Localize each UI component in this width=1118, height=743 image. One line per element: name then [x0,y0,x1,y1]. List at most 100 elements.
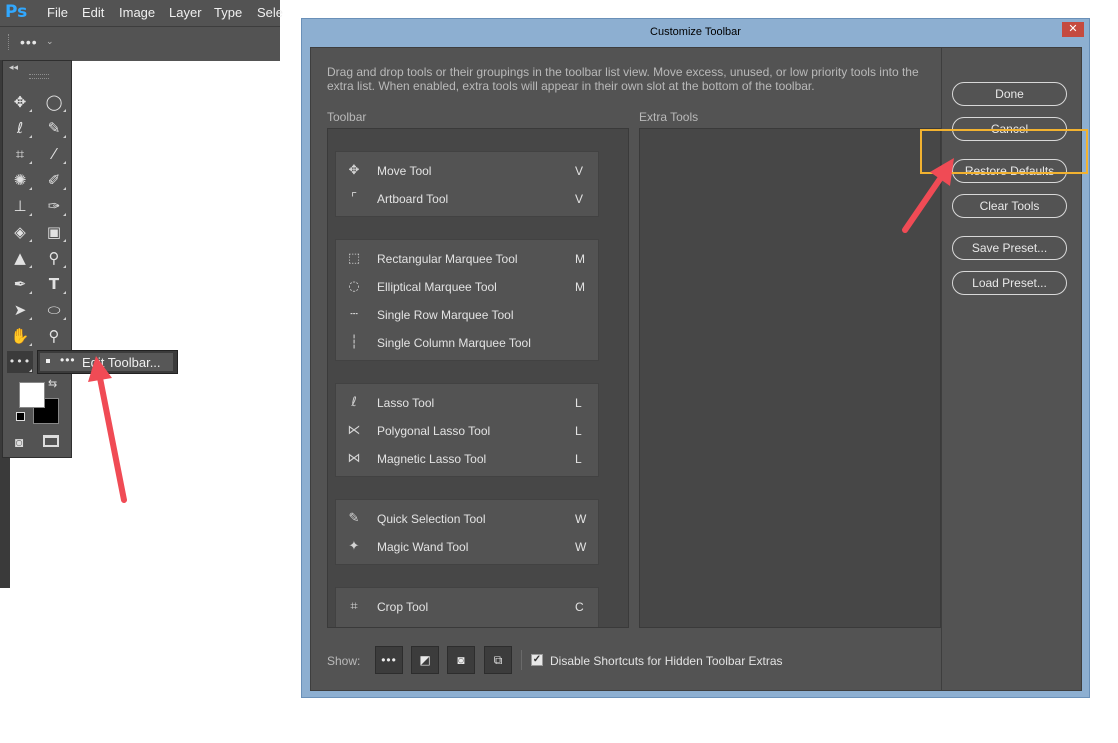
tool-row-lasso[interactable]: ℓ Lasso Tool L [336,389,598,417]
tool-shortcut: L [575,424,582,438]
type-tool-icon[interactable]: T [41,273,67,295]
quick-selection-icon: ✎ [348,511,360,526]
tool-row-ellipse-marquee[interactable]: ◌ Elliptical Marquee Tool M [336,273,598,301]
menu-select[interactable]: Sele [257,5,283,20]
blur-tool-icon[interactable]: ▲ [7,247,33,269]
tool-shortcut: M [575,252,585,266]
menu-layer[interactable]: Layer [169,5,202,20]
tool-row-single-row-marquee[interactable]: ┄ Single Row Marquee Tool [336,301,598,329]
magnetic-lasso-icon: ⋈ [347,451,361,466]
spot-healing-tool-icon[interactable]: ✺ [7,169,33,191]
clone-stamp-tool-icon[interactable]: ⊥ [7,195,33,217]
dialog-description: Drag and drop tools or their groupings i… [327,65,919,93]
clear-tools-button[interactable]: Clear Tools [952,194,1067,218]
quick-selection-tool-icon[interactable]: ✎ [41,117,67,139]
foreground-color-swatch[interactable] [19,382,45,408]
path-selection-tool-icon[interactable]: ➤ [7,299,33,321]
tool-row-quick-selection[interactable]: ✎ Quick Selection Tool W [336,505,598,533]
eraser-tool-icon[interactable]: ◈ [7,221,33,243]
tool-row-magnetic-lasso[interactable]: ⋈ Magnetic Lasso Tool L [336,445,598,473]
show-colors-toggle[interactable]: ◩ [411,646,439,674]
gradient-tool-icon[interactable]: ▣ [41,221,67,243]
separator [521,650,522,670]
document-canvas[interactable] [72,66,280,588]
brush-tool-icon[interactable]: ✐ [41,169,67,191]
edit-toolbar-icon[interactable]: ••• [7,351,33,373]
load-preset-button[interactable]: Load Preset... [952,271,1067,295]
chevron-down-icon[interactable]: ⌄ [46,36,54,47]
crop-tool-icon[interactable]: ⌗ [7,143,33,165]
eyedropper-tool-icon[interactable]: ⁄ [41,143,67,165]
toolbar-drag-grip[interactable] [29,74,49,79]
tool-row-artboard[interactable]: ⌜ Artboard Tool V [336,185,598,213]
tool-group[interactable]: ✥ Move Tool V ⌜ Artboard Tool V [335,151,599,217]
tool-shortcut: W [575,540,587,554]
tool-row-polygonal-lasso[interactable]: ⋉ Polygonal Lasso Tool L [336,417,598,445]
tool-shortcut: M [575,280,585,294]
options-bar-grip[interactable] [8,34,11,50]
menu-type[interactable]: Type [214,5,242,20]
quick-mask-icon[interactable]: ◙ [15,434,23,450]
tool-group[interactable]: ⬚ Rectangular Marquee Tool M ◌ Elliptica… [335,239,599,361]
tool-row-rect-marquee[interactable]: ⬚ Rectangular Marquee Tool M [336,245,598,273]
tool-row-magic-wand[interactable]: ✦ Magic Wand Tool W [336,533,598,561]
magic-wand-icon: ✦ [348,539,360,554]
ellipse-shape-tool-icon[interactable]: ⬭ [41,299,67,321]
restore-defaults-highlight [920,129,1088,174]
tool-name: Single Row Marquee Tool [377,308,514,322]
tool-group[interactable]: ✎ Quick Selection Tool W ✦ Magic Wand To… [335,499,599,565]
show-label: Show: [327,654,361,668]
tool-shortcut: L [575,396,582,410]
edit-toolbar-menu-item[interactable]: ••• Edit Toolbar... [40,353,173,371]
default-colors-icon[interactable] [16,412,25,421]
tool-name: Magnetic Lasso Tool [377,452,487,466]
ps-tools-panel: ◂◂ ✥ ◯ ℓ ✎ ⌗ ⁄ ✺ ✐ ⊥ ✑ ◈ ▣ ▲ ⚲ ✒ T ➤ ⬭ ✋… [2,60,72,458]
tool-name: Crop Tool [377,600,429,614]
extra-tools-list[interactable] [639,128,941,628]
tool-row-single-column-marquee[interactable]: ┆ Single Column Marquee Tool [336,329,598,357]
toolbar-list[interactable]: ✥ Move Tool V ⌜ Artboard Tool V ⬚ Rectan… [327,128,629,628]
disable-shortcuts-label[interactable]: Disable Shortcuts for Hidden Toolbar Ext… [550,654,783,668]
done-button[interactable]: Done [952,82,1067,106]
tool-group[interactable]: ℓ Lasso Tool L ⋉ Polygonal Lasso Tool L … [335,383,599,477]
collapse-toolbar-icon[interactable]: ◂◂ [9,62,18,73]
rect-marquee-icon: ⬚ [347,251,361,266]
tool-group[interactable]: ⌗ Crop Tool C [335,587,599,627]
pen-tool-icon[interactable]: ✒ [7,273,33,295]
screen-mode-icon[interactable] [43,435,59,447]
menu-file[interactable]: File [47,5,68,20]
tool-name: Lasso Tool [377,396,435,410]
artboard-icon: ⌜ [350,191,358,206]
show-extras-toggle[interactable]: ••• [375,646,403,674]
close-button[interactable]: ✕ [1062,22,1084,37]
disable-shortcuts-checkbox[interactable]: ✓ [531,654,543,666]
show-options-bar: Show: ••• ◩ ◙ ⧉ ✓ Disable Shortcuts for … [327,646,847,676]
tool-name: Elliptical Marquee Tool [377,280,497,294]
single-row-marquee-icon: ┄ [350,307,358,322]
show-screen-mode-toggle[interactable]: ⧉ [484,646,512,674]
tool-row-move[interactable]: ✥ Move Tool V [336,157,598,185]
hand-tool-icon[interactable]: ✋ [7,325,33,347]
history-brush-tool-icon[interactable]: ✑ [41,195,67,217]
save-preset-button[interactable]: Save Preset... [952,236,1067,260]
tool-name: Artboard Tool [377,192,449,206]
menu-edit[interactable]: Edit [82,5,104,20]
swap-colors-icon[interactable]: ⇆ [48,377,57,390]
ps-menubar: Ps File Edit Image Layer Type Sele [0,0,283,26]
elliptical-marquee-tool-icon[interactable]: ◯ [41,91,67,113]
ellipsis-icon: ••• [60,353,76,367]
tool-name: Rectangular Marquee Tool [377,252,518,266]
tool-row-crop[interactable]: ⌗ Crop Tool C [336,593,598,621]
tool-shortcut: L [575,452,582,466]
tool-shortcut: V [575,164,584,178]
lasso-tool-icon[interactable]: ℓ [7,117,33,139]
extra-tools-header: Extra Tools [639,110,699,124]
move-tool-icon[interactable]: ✥ [7,91,33,113]
ellipsis-icon[interactable]: ••• [20,34,38,50]
tool-name: Move Tool [377,164,432,178]
tool-name: Quick Selection Tool [377,512,486,526]
menu-image[interactable]: Image [119,5,155,20]
show-quick-mask-toggle[interactable]: ◙ [447,646,475,674]
zoom-tool-icon[interactable]: ⚲ [41,325,67,347]
dodge-tool-icon[interactable]: ⚲ [41,247,67,269]
